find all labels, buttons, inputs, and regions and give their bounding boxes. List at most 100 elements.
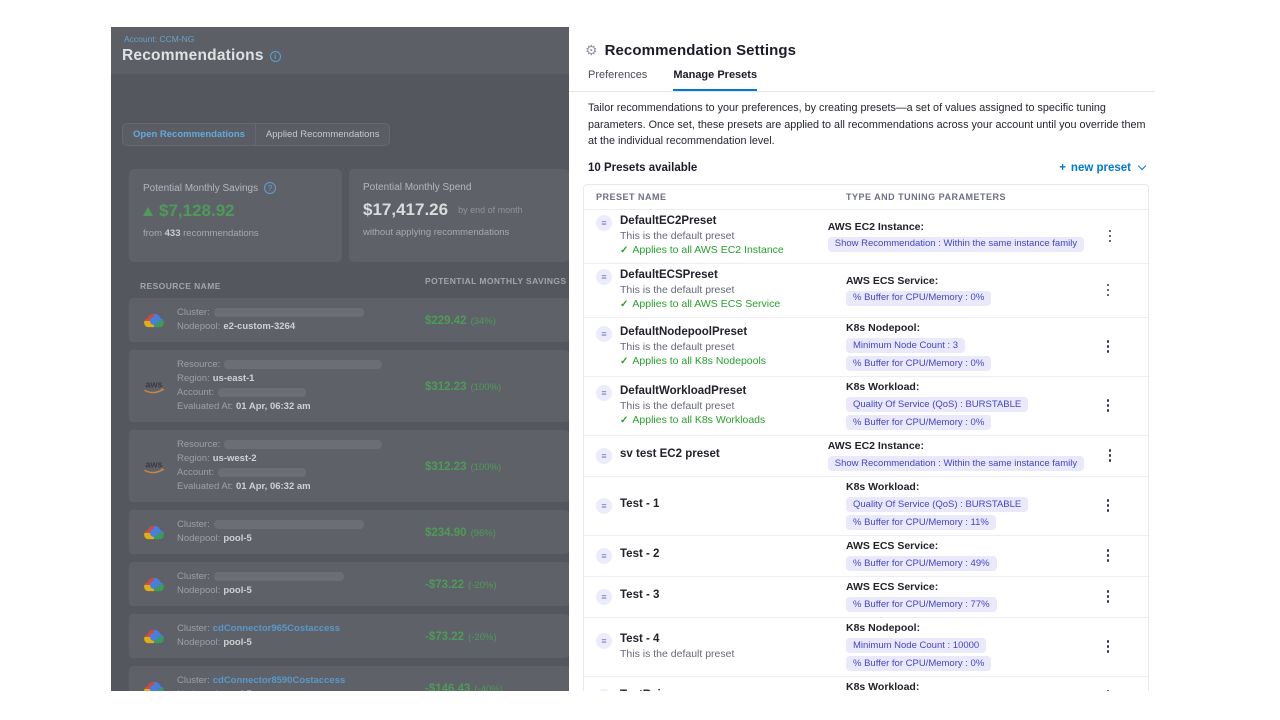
preset-row[interactable]: ≡Test - 4This is the default presetK8s N… (584, 617, 1148, 676)
preset-name-cell: ≡Test - 3 (596, 588, 846, 605)
tab-applied-recommendations[interactable]: Applied Recommendations (255, 124, 390, 145)
account-breadcrumb[interactable]: Account: CCM-NG (124, 34, 569, 44)
field-value: pool-5 (223, 637, 252, 648)
kebab-menu-icon[interactable] (1103, 280, 1114, 301)
recommendation-row[interactable]: awsResource:Region:us-west-2Account:Eval… (129, 430, 569, 502)
preset-row[interactable]: ≡DefaultEC2PresetThis is the default pre… (584, 209, 1148, 263)
preset-row[interactable]: ≡sv test EC2 presetAWS EC2 Instance:Show… (584, 435, 1148, 476)
potential-monthly-savings-card: Potential Monthly Savings ? $7,128.92 fr… (129, 169, 342, 262)
field-value: 01 Apr, 06:32 am (236, 401, 311, 412)
recommendations-tabbar: Open Recommendations Applied Recommendat… (122, 123, 390, 146)
recommendation-row[interactable]: Cluster:Nodepool:pool-5$234.90(96%) (129, 510, 569, 554)
preset-lines-icon: ≡ (596, 633, 612, 649)
savings-subtitle: from 433 recommendations (143, 228, 328, 239)
info-icon[interactable]: i (270, 51, 281, 62)
presets-table-body: ≡ DefaultEC2Preset This is the default pre… (584, 209, 1148, 692)
cluster-link[interactable]: cdConnector8590Costaccess (213, 675, 346, 686)
help-icon[interactable]: ? (264, 182, 276, 194)
savings-value: $229.42(34%) (425, 311, 496, 329)
spend-subtitle: without applying recommendations (363, 227, 555, 238)
preset-name-cell: ≡Test - 2 (596, 547, 846, 564)
preset-applies-note: ✓Applies to all K8s Workloads (620, 413, 765, 428)
preset-type-cell: AWS EC2 Instance:Show Recommendation : W… (828, 221, 1084, 252)
preset-row[interactable]: ≡DefaultNodepoolPresetThis is the defaul… (584, 317, 1148, 376)
preset-type-cell: AWS ECS Service:% Buffer for CPU/Memory … (846, 275, 1080, 306)
resource-details: Cluster:Nodepool:e2-custom-3264 (177, 306, 559, 334)
preset-name: DefaultWorkloadPreset (620, 384, 765, 399)
preset-type-label: K8s Workload: (846, 681, 1080, 691)
column-resource-name: RESOURCE NAME (140, 281, 221, 291)
preset-description: This is the default preset (620, 283, 780, 297)
cluster-link[interactable]: cdConnector965Costaccess (213, 623, 340, 634)
tuning-parameter-chip: % Buffer for CPU/Memory : 49% (846, 556, 997, 571)
preset-name: DefaultEC2Preset (620, 214, 784, 229)
aws-icon: aws (141, 458, 167, 475)
preset-row[interactable]: ≡Test - 3AWS ECS Service:% Buffer for CP… (584, 576, 1148, 617)
preset-name: Test - 4 (620, 632, 734, 647)
preset-name-cell: ≡Test - 4This is the default preset (596, 632, 846, 661)
preset-type-cell: K8s Workload:Quality Of Service (QoS) : … (846, 681, 1080, 691)
preset-name: Test - 1 (620, 497, 659, 512)
kebab-menu-icon[interactable] (1103, 686, 1114, 691)
kebab-menu-icon[interactable] (1103, 586, 1114, 607)
kebab-menu-icon[interactable] (1103, 545, 1114, 566)
preset-type-label: AWS ECS Service: (846, 581, 1080, 594)
recommendations-page-dimmed: Account: CCM-NG Recommendations i Open R… (111, 27, 569, 691)
field-value: pool-5 (223, 689, 252, 691)
presets-description: Tailor recommendations to your preferenc… (588, 100, 1147, 150)
gcp-icon (141, 523, 167, 541)
recommendation-row[interactable]: Cluster:cdConnector8590CostaccessNodepoo… (129, 666, 569, 691)
kebab-menu-icon[interactable] (1103, 495, 1114, 516)
preset-name-cell: ≡TestRaj (596, 688, 846, 691)
tuning-parameter-chip: Minimum Node Count : 3 (846, 338, 965, 353)
settings-tabbar: Preferences Manage Presets (588, 69, 1155, 91)
recommendation-row[interactable]: awsResource:Region:us-east-1Account:Eval… (129, 350, 569, 422)
preset-type-label: AWS EC2 Instance: (828, 221, 1084, 234)
preset-name-cell: ≡DefaultEC2PresetThis is the default pre… (596, 214, 828, 258)
kebab-menu-icon[interactable] (1105, 445, 1116, 466)
column-preset-name: PRESET NAME (596, 192, 846, 202)
gear-icon: ⚙ (585, 43, 598, 57)
preset-name-cell: ≡Test - 1 (596, 497, 846, 514)
field-label: Evaluated At: (177, 481, 233, 492)
preset-applies-note: ✓Applies to all AWS EC2 Instance (620, 243, 784, 258)
tab-preferences[interactable]: Preferences (588, 69, 647, 91)
check-icon: ✓ (620, 413, 628, 428)
field-value: us-east-1 (213, 373, 255, 384)
recommendation-row[interactable]: Cluster:Nodepool:e2-custom-3264$229.42(3… (129, 298, 569, 342)
spend-card-title: Potential Monthly Spend (363, 182, 471, 193)
preset-type-cell: K8s Workload:Quality Of Service (QoS) : … (846, 481, 1080, 530)
tuning-parameter-chip: % Buffer for CPU/Memory : 0% (846, 291, 991, 306)
field-label: Nodepool: (177, 585, 220, 596)
tuning-parameter-chip: Quality Of Service (QoS) : BURSTABLE (846, 497, 1028, 512)
tab-open-recommendations[interactable]: Open Recommendations (123, 124, 255, 145)
savings-value: $312.23(100%) (425, 457, 501, 475)
gcp-icon (141, 627, 167, 645)
preset-type-cell: K8s Nodepool:Minimum Node Count : 3% Buf… (846, 322, 1080, 371)
kebab-menu-icon[interactable] (1103, 395, 1114, 416)
kebab-menu-icon[interactable] (1103, 636, 1114, 657)
kebab-menu-icon[interactable] (1103, 336, 1114, 357)
preset-name: Test - 2 (620, 547, 659, 562)
tab-manage-presets[interactable]: Manage Presets (673, 69, 757, 91)
recommendation-row[interactable]: Cluster:Nodepool:pool-5-$73.22(-20%) (129, 562, 569, 606)
field-label: Cluster: (177, 519, 210, 530)
new-preset-button[interactable]: + new preset (1059, 162, 1147, 174)
savings-value: $234.90(96%) (425, 523, 496, 541)
recommendations-table-body: Cluster:Nodepool:e2-custom-3264$229.42(3… (129, 298, 569, 691)
field-label: Resource: (177, 359, 220, 370)
recommendation-row[interactable]: Cluster:cdConnector965CostaccessNodepool… (129, 614, 569, 658)
settings-title: Recommendation Settings (605, 42, 797, 59)
chevron-down-icon (1138, 162, 1146, 170)
kebab-menu-icon[interactable] (1105, 226, 1116, 247)
preset-row[interactable]: ≡Test - 1K8s Workload:Quality Of Service… (584, 476, 1148, 535)
tuning-parameter-chip: Show Recommendation : Within the same in… (828, 456, 1084, 471)
preset-row[interactable]: ≡Test - 2AWS ECS Service:% Buffer for CP… (584, 535, 1148, 576)
field-label: Region: (177, 373, 210, 384)
preset-applies-note: ✓Applies to all K8s Nodepools (620, 354, 766, 369)
preset-row[interactable]: ≡TestRajK8s Workload:Quality Of Service … (584, 676, 1148, 692)
preset-row[interactable]: ≡DefaultECSPresetThis is the default pre… (584, 263, 1148, 317)
preset-row[interactable]: ≡DefaultWorkloadPresetThis is the defaul… (584, 376, 1148, 435)
redacted-value (218, 468, 306, 477)
savings-value: -$73.22(-20%) (425, 627, 497, 645)
